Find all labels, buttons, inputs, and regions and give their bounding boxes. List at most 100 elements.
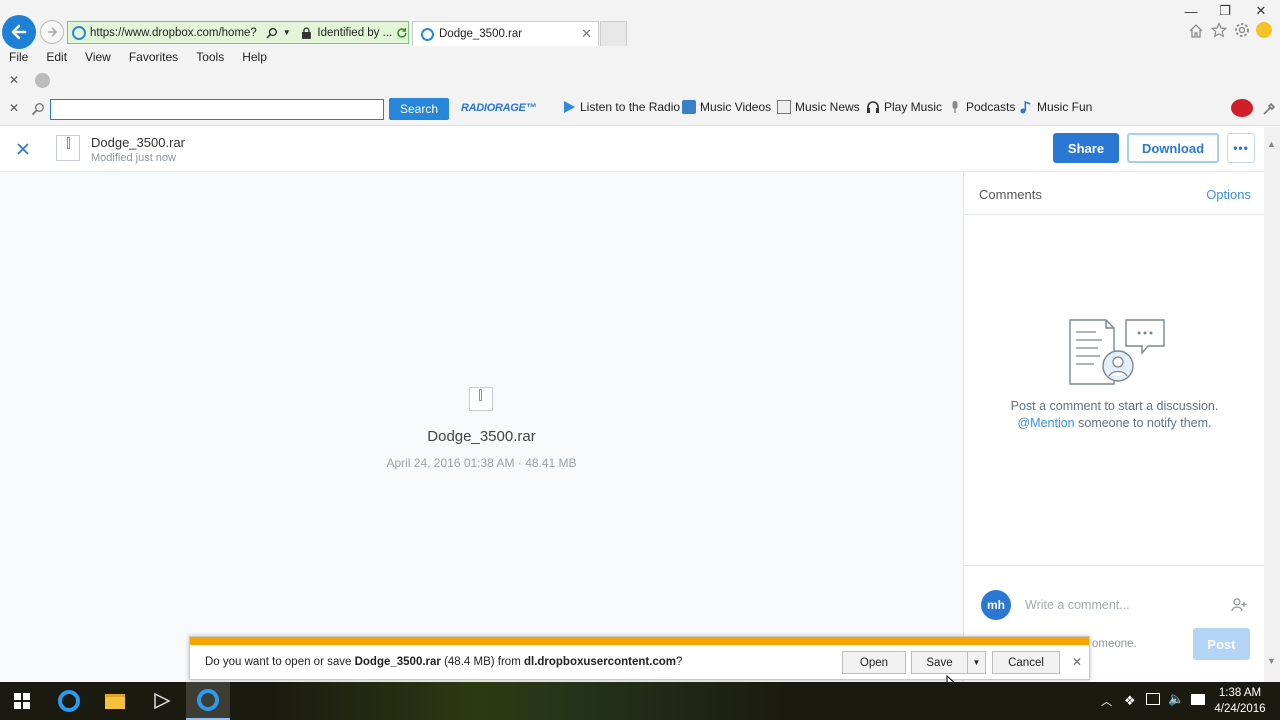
toolbar-link-label: Play Music <box>884 100 943 114</box>
comment-hint: omeone. <box>1092 638 1137 650</box>
back-arrow-icon <box>11 24 27 40</box>
menu-help[interactable]: Help <box>233 49 276 66</box>
radiorage-logo[interactable]: RADIORAGE™ <box>461 102 537 114</box>
favorites-row: ✕ <box>0 70 1280 92</box>
tab-dodge[interactable]: Dodge_3500.rar ✕ <box>412 21 599 46</box>
zip-stripe-icon <box>479 389 482 401</box>
close-window-button[interactable]: ✕ <box>1246 2 1276 20</box>
menu-bar: File Edit View Favorites Tools Help <box>0 49 276 66</box>
menu-edit[interactable]: Edit <box>37 49 76 66</box>
taskbar-ie-active[interactable] <box>186 682 230 720</box>
post-button[interactable]: Post <box>1193 628 1250 660</box>
refresh-icon[interactable] <box>396 27 408 39</box>
smiley-feedback-icon[interactable] <box>1256 22 1272 38</box>
comments-title: Comments <box>979 187 1042 202</box>
taskbar-wallpaper <box>270 682 790 720</box>
tab-close-icon[interactable]: ✕ <box>581 26 592 42</box>
toolbar-search-icon <box>31 103 44 116</box>
preview-file-name: Dodge_3500.rar <box>427 428 536 445</box>
music-note-icon <box>1020 100 1031 114</box>
addon-icon[interactable] <box>35 73 50 88</box>
toolbar-link-videos[interactable]: Music Videos <box>682 100 771 114</box>
news-icon <box>777 100 791 114</box>
zip-stripe-icon <box>67 137 70 149</box>
toolbar-link-news[interactable]: Music News <box>777 100 860 114</box>
scroll-up-icon[interactable]: ▲ <box>1267 139 1276 149</box>
toolbar-search-input[interactable] <box>50 99 384 120</box>
save-button[interactable]: Save <box>911 651 968 674</box>
ask-logo-icon[interactable] <box>1231 99 1253 117</box>
network-icon[interactable] <box>1146 693 1160 705</box>
comment-illustration-icon <box>1069 319 1165 385</box>
cancel-button[interactable]: Cancel <box>992 651 1060 674</box>
toolbar-link-radio[interactable]: Listen to the Radio <box>562 100 680 114</box>
open-button[interactable]: Open <box>842 651 906 674</box>
tray-chevron-up-icon[interactable]: ︿ <box>1101 693 1112 709</box>
toolbar-link-podcasts[interactable]: Podcasts <box>948 100 1015 114</box>
save-options-dropdown[interactable]: ▼ <box>967 651 986 674</box>
media-app-icon <box>154 692 171 710</box>
address-bar[interactable]: https://www.dropbox.com/home? ▼ Identifi… <box>67 21 409 44</box>
comments-mention-line: @Mention someone to notify them. <box>964 416 1265 430</box>
page-scrollbar[interactable]: ▲ ▼ <box>1264 127 1280 682</box>
clock-date: 4/24/2016 <box>1214 703 1266 715</box>
dropdown-arrow-icon[interactable]: ▼ <box>283 28 291 37</box>
address-url[interactable]: https://www.dropbox.com/home? <box>90 27 262 39</box>
favorites-star-icon[interactable] <box>1210 22 1228 41</box>
dropbox-tray-icon[interactable]: ❖ <box>1124 693 1136 709</box>
toolbar-link-fun[interactable]: Music Fun <box>1019 100 1092 114</box>
menu-file[interactable]: File <box>0 49 37 66</box>
menu-favorites[interactable]: Favorites <box>120 49 187 66</box>
settings-gear-icon[interactable] <box>1234 22 1250 41</box>
menu-view[interactable]: View <box>76 49 120 66</box>
taskbar-file-explorer[interactable] <box>93 682 137 720</box>
new-tab-button[interactable] <box>600 21 627 46</box>
toolbar-link-label: Music Videos <box>700 100 772 114</box>
scroll-down-icon[interactable]: ▼ <box>1267 656 1276 666</box>
toolbar-search-button[interactable]: Search <box>389 98 449 120</box>
add-person-icon[interactable] <box>1231 598 1247 612</box>
comments-empty-text: Post a comment to start a discussion. <box>1010 399 1219 413</box>
file-header: Dodge_3500.rar Modified just now Share D… <box>0 127 1280 172</box>
avatar: mh <box>981 590 1011 620</box>
download-button[interactable]: Download <box>1127 133 1219 163</box>
mention-link[interactable]: @Mention <box>1017 416 1074 430</box>
toolbar-link-label: Music Fun <box>1037 100 1093 114</box>
play-triangle-icon <box>564 101 575 113</box>
file-type-icon <box>56 135 80 161</box>
mention-suffix: someone to notify them. <box>1074 416 1212 430</box>
lock-icon[interactable] <box>301 26 312 39</box>
close-preview-icon[interactable] <box>16 142 30 156</box>
ie-tab-icon <box>421 27 434 41</box>
comments-panel: Comments Options Post a comment to start… <box>963 172 1265 682</box>
back-button[interactable] <box>2 15 36 49</box>
restore-button[interactable]: ❐ <box>1210 2 1240 20</box>
close-notification-icon[interactable]: ✕ <box>1072 655 1082 669</box>
close-favorites-bar-icon[interactable]: ✕ <box>9 73 19 87</box>
taskbar-media-app[interactable] <box>140 682 184 720</box>
forward-button[interactable] <box>40 20 64 44</box>
share-button[interactable]: Share <box>1053 133 1119 163</box>
notifications-icon[interactable] <box>1191 694 1205 705</box>
menu-tools[interactable]: Tools <box>187 49 233 66</box>
volume-icon[interactable]: 🔈 <box>1168 691 1184 707</box>
close-toolbar-icon[interactable]: ✕ <box>9 101 19 115</box>
toolbar-settings-icon[interactable] <box>1262 102 1276 116</box>
home-icon[interactable] <box>1188 23 1204 42</box>
identity-label[interactable]: Identified by ... <box>317 27 392 39</box>
start-button[interactable] <box>0 682 44 720</box>
taskbar-clock[interactable]: 1:38 AM 4/24/2016 <box>1212 685 1268 717</box>
more-options-button[interactable]: ••• <box>1227 133 1255 163</box>
comments-options-link[interactable]: Options <box>1206 187 1251 202</box>
toolbar-link-play[interactable]: Play Music <box>866 100 942 114</box>
clock-time: 1:38 AM <box>1218 687 1262 699</box>
search-icon[interactable] <box>266 27 278 39</box>
comments-header: Comments Options <box>964 172 1265 215</box>
taskbar-ie-pinned[interactable] <box>47 682 91 720</box>
ie-logo-icon <box>58 690 80 712</box>
comment-input[interactable]: Write a comment... <box>1025 598 1130 612</box>
radiorage-toolbar: ✕ Search RADIORAGE™ Listen to the Radio … <box>0 97 1280 121</box>
header-file-status: Modified just now <box>91 152 176 164</box>
download-file-name: Dodge_3500.rar <box>354 656 441 668</box>
minimize-button[interactable]: — <box>1176 2 1206 20</box>
